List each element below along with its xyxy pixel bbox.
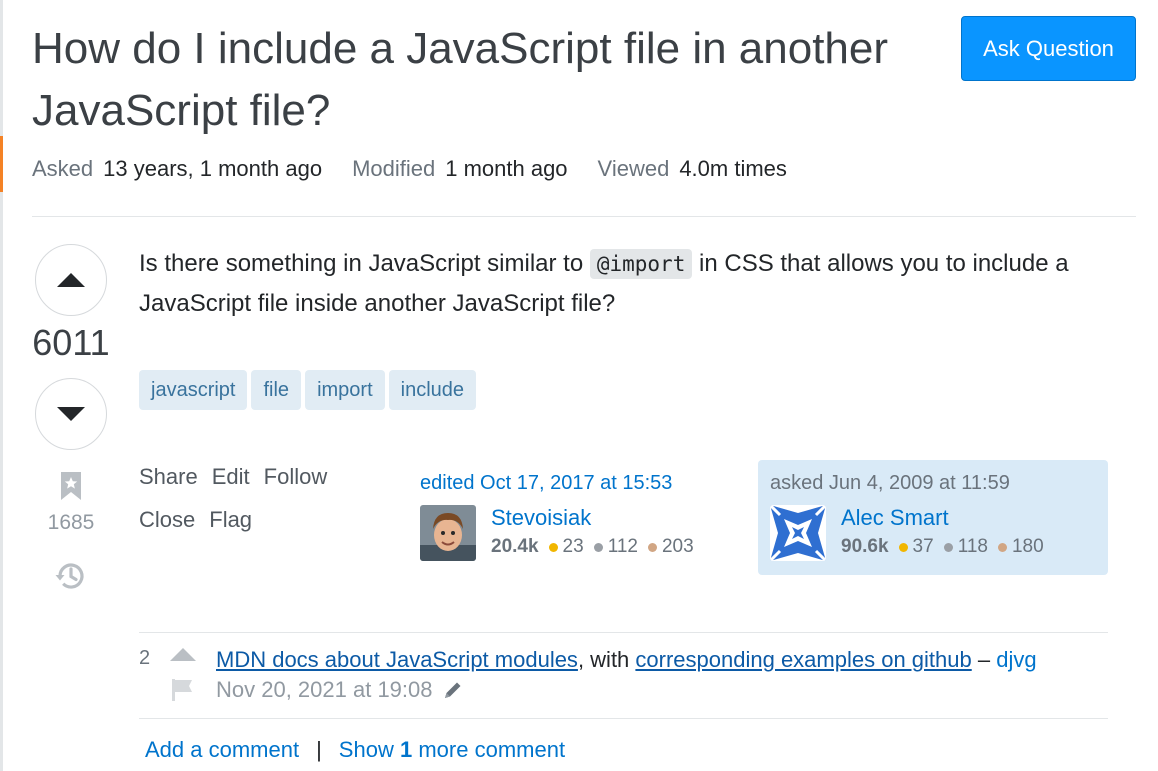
downvote-button[interactable]: [35, 378, 107, 450]
meta-asked-value: 13 years, 1 month ago: [103, 156, 323, 181]
question-meta: Asked 13 years, 1 month ago Modified 1 mon…: [32, 156, 817, 182]
editor-stats: 20.4k 23 112 203: [491, 536, 704, 558]
asker-name[interactable]: Alec Smart: [841, 505, 1054, 531]
meta-viewed: Viewed 4.0m times: [598, 156, 787, 182]
asker-avatar[interactable]: [770, 505, 826, 561]
meta-modified-value[interactable]: 1 month ago: [445, 156, 567, 181]
comment-text-middle: , with: [577, 647, 636, 672]
silver-badge-icon: [593, 542, 603, 552]
comment-date[interactable]: Nov 20, 2021 at 19:08: [216, 677, 433, 703]
asker-stats: 90.6k 37 118 180: [841, 536, 1054, 558]
meta-modified: Modified 1 month ago: [352, 156, 567, 182]
meta-viewed-label: Viewed: [597, 156, 670, 181]
inline-code: @import: [589, 249, 693, 279]
bronze-badge-icon: [647, 542, 657, 552]
editor-info: Stevoisiak 20.4k 23 112 203: [491, 505, 704, 561]
downvote-icon: [57, 407, 85, 421]
comment-upvote-icon[interactable]: [170, 648, 196, 661]
history-icon[interactable]: [53, 558, 89, 594]
asked-timestamp: asked Jun 4, 2009 at 11:59: [770, 472, 1010, 494]
flag-link[interactable]: Flag: [209, 507, 252, 533]
tag-list: javascript file import include: [139, 370, 477, 410]
asker-silver-count: 118: [957, 536, 988, 557]
question-title[interactable]: How do I include a JavaScript file in an…: [32, 18, 912, 142]
post-actions-row-1: Share Edit Follow: [139, 464, 341, 490]
editor-reputation: 20.4k: [491, 536, 539, 557]
ask-question-button[interactable]: Ask Question: [961, 16, 1136, 81]
comment-score: 2: [139, 647, 151, 669]
silver-badge-icon: [943, 542, 953, 552]
comment-actions: Add a comment | Show 1 more comment: [145, 737, 565, 763]
asker-info: Alec Smart 90.6k 37 118 180: [841, 505, 1054, 561]
gold-badge-icon: [898, 542, 908, 552]
gold-badge-icon: [548, 542, 558, 552]
asker-card: asked Jun 4, 2009 at 11:59 Alec Smart 90…: [758, 460, 1108, 575]
comment-date-row: Nov 20, 2021 at 19:08: [216, 677, 464, 703]
comment-link-github[interactable]: corresponding examples on github: [635, 647, 971, 672]
editor-user-row: Stevoisiak 20.4k 23 112 203: [420, 505, 734, 561]
meta-viewed-value: 4.0m times: [679, 156, 787, 181]
asker-reputation: 90.6k: [841, 536, 889, 557]
bronze-badge-icon: [997, 542, 1007, 552]
comment-user[interactable]: djvg: [996, 647, 1036, 672]
comment-divider-top: [139, 632, 1108, 633]
comment-link-mdn[interactable]: MDN docs about JavaScript modules: [216, 647, 578, 672]
vote-count: 6011: [32, 322, 110, 363]
asker-gold-count: 37: [912, 536, 934, 557]
meta-modified-label: Modified: [352, 156, 436, 181]
left-nav-active-indicator: [0, 136, 3, 192]
editor-name[interactable]: Stevoisiak: [491, 505, 704, 531]
edited-timestamp[interactable]: edited Oct 17, 2017 at 15:53: [420, 470, 734, 496]
comment-actions-separator: |: [316, 737, 322, 762]
share-link[interactable]: Share: [139, 464, 198, 490]
tag-file[interactable]: file: [251, 370, 302, 410]
editor-avatar[interactable]: [420, 505, 476, 561]
comment-divider-bottom: [139, 718, 1108, 719]
edit-link[interactable]: Edit: [212, 464, 250, 490]
editor-bronze-count: 203: [661, 536, 694, 557]
meta-asked-label: Asked: [32, 156, 94, 181]
question-body-text-1: Is there something in JavaScript similar…: [139, 250, 590, 277]
editor-silver-count: 112: [607, 536, 638, 557]
post-actions-row-2: Close Flag: [139, 507, 266, 533]
question-body: Is there something in JavaScript similar…: [139, 244, 1099, 324]
bookmark-icon[interactable]: [58, 470, 84, 502]
bookmark-count: 1685: [47, 511, 95, 534]
upvote-icon: [57, 273, 85, 287]
flag-icon[interactable]: [170, 677, 196, 703]
asker-user-row: Alec Smart 90.6k 37 118 180: [770, 505, 1096, 561]
follow-link[interactable]: Follow: [264, 464, 328, 490]
tag-javascript[interactable]: javascript: [139, 370, 248, 410]
tag-import[interactable]: import: [305, 370, 385, 410]
show-more-count: 1: [399, 737, 413, 762]
comment-dash: –: [971, 647, 997, 672]
tag-include[interactable]: include: [388, 370, 477, 410]
left-rail: [0, 0, 3, 771]
meta-asked: Asked 13 years, 1 month ago: [32, 156, 322, 182]
editor-gold-count: 23: [562, 536, 584, 557]
header-divider: [32, 216, 1136, 217]
comment-text: MDN docs about JavaScript modules, with …: [216, 645, 1106, 675]
show-more-suffix: more comment: [418, 737, 566, 762]
pencil-icon[interactable]: [442, 679, 464, 701]
asker-bronze-count: 180: [1011, 536, 1044, 557]
add-comment-link[interactable]: Add a comment: [145, 737, 299, 763]
close-link[interactable]: Close: [139, 507, 195, 533]
editor-card: edited Oct 17, 2017 at 15:53 Stevoisiak …: [412, 460, 742, 575]
show-more-comments-link[interactable]: Show 1 more comment: [339, 737, 565, 763]
upvote-button[interactable]: [35, 244, 107, 316]
show-more-prefix: Show: [338, 737, 394, 762]
